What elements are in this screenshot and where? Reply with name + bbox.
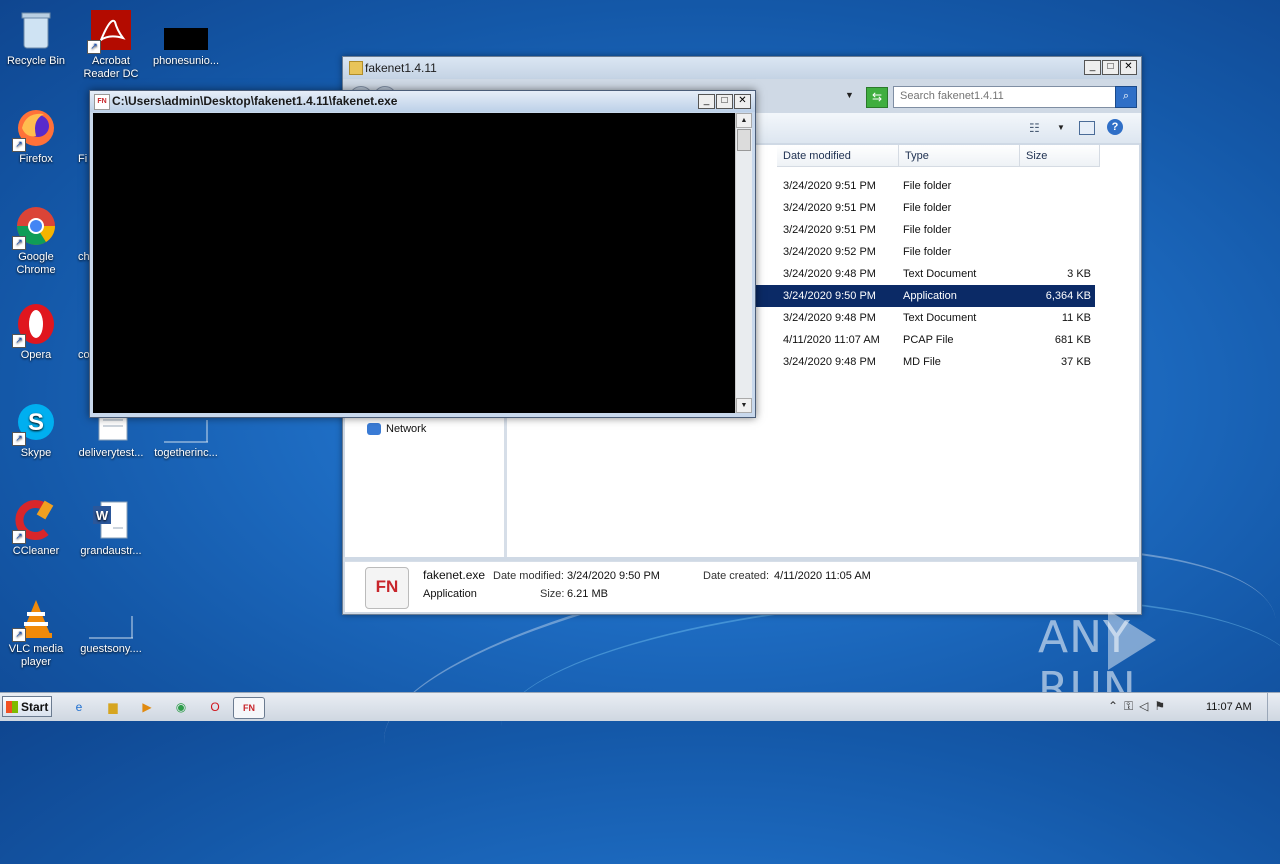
desktop-icon-chrome[interactable]: ↗ Google Chrome bbox=[1, 204, 71, 277]
minimize-button[interactable]: _ bbox=[698, 94, 715, 109]
desktop-icon-firefox[interactable]: ↗ Firefox bbox=[1, 106, 71, 166]
file-row[interactable]: 3/24/2020 9:51 PM File folder bbox=[755, 175, 1095, 197]
file-row[interactable]: 3/24/2020 9:48 PM Text Document 11 KB bbox=[755, 307, 1095, 329]
minimize-button[interactable]: _ bbox=[1084, 60, 1101, 75]
explorer-title-bar[interactable]: fakenet1.4.11 _ □ ✕ bbox=[343, 57, 1141, 79]
acrobat-icon: ↗ bbox=[87, 8, 133, 54]
desktop-icon-skype[interactable]: S ↗ Skype bbox=[1, 400, 71, 460]
maximize-button[interactable]: □ bbox=[1102, 60, 1119, 75]
firefox-icon: ↗ bbox=[12, 106, 58, 152]
file-icon bbox=[164, 8, 208, 52]
scroll-up-icon[interactable]: ▲ bbox=[736, 113, 752, 128]
desktop-icon-guestsony[interactable]: guestsony.... bbox=[76, 596, 146, 656]
taskbar: Start e ▆ ▶ ◉ O FN ⌃⚿◁⚑ 11:07 AM bbox=[0, 692, 1280, 721]
console-title: C:\Users\admin\Desktop\fakenet1.4.11\fak… bbox=[112, 94, 398, 108]
column-header-date-modified[interactable]: Date modified bbox=[777, 145, 899, 167]
search-box[interactable] bbox=[893, 86, 1117, 108]
details-pane: FN fakenet.exe Application Date modified… bbox=[345, 561, 1137, 612]
file-icon bbox=[89, 596, 133, 640]
console-scrollbar[interactable]: ▲ ▼ bbox=[735, 113, 752, 413]
media-player-icon[interactable]: ▶ bbox=[136, 697, 158, 717]
column-header-type[interactable]: Type bbox=[899, 145, 1020, 167]
desktop-icon-vlc[interactable]: ↗ VLC media player bbox=[1, 596, 71, 669]
windows-logo-icon bbox=[6, 701, 18, 713]
close-button[interactable]: ✕ bbox=[734, 94, 751, 109]
explorer-icon[interactable]: ▆ bbox=[102, 697, 124, 717]
console-output[interactable] bbox=[93, 113, 735, 413]
search-input[interactable] bbox=[894, 87, 1090, 105]
vlc-icon: ↗ bbox=[12, 596, 58, 642]
fakenet-icon: FN bbox=[94, 94, 110, 110]
watermark-play-icon bbox=[1108, 610, 1156, 670]
desktop-icon-ccleaner[interactable]: ↗ CCleaner bbox=[1, 498, 71, 558]
maximize-button[interactable]: □ bbox=[716, 94, 733, 109]
console-title-bar[interactable]: FN C:\Users\admin\Desktop\fakenet1.4.11\… bbox=[90, 91, 755, 112]
start-button[interactable]: Start bbox=[2, 696, 52, 717]
ccleaner-icon: ↗ bbox=[12, 498, 58, 544]
file-row[interactable]: 3/24/2020 9:52 PM File folder bbox=[755, 241, 1095, 263]
desktop-icon-grandaustr[interactable]: W grandaustr... bbox=[76, 498, 146, 558]
folder-icon bbox=[349, 61, 363, 75]
svg-text:W: W bbox=[96, 508, 109, 523]
file-row[interactable]: 4/11/2020 11:07 AM PCAP File 681 KB bbox=[755, 329, 1095, 351]
refresh-button[interactable]: ⇆ bbox=[866, 87, 888, 108]
details-modified-value: 3/24/2020 9:50 PM bbox=[567, 570, 660, 582]
opera-icon[interactable]: O bbox=[204, 697, 226, 717]
details-file-type: Application bbox=[423, 588, 477, 600]
svg-text:S: S bbox=[28, 409, 44, 436]
scroll-thumb[interactable] bbox=[737, 129, 751, 151]
skype-icon: S ↗ bbox=[12, 400, 58, 446]
close-button[interactable]: ✕ bbox=[1120, 60, 1137, 75]
opera-icon: ↗ bbox=[12, 302, 58, 348]
fakenet-app-icon: FN bbox=[365, 567, 409, 609]
fakenet-icon[interactable]: FN bbox=[233, 697, 265, 719]
preview-pane-button[interactable] bbox=[1079, 121, 1095, 135]
recycle-bin-icon bbox=[14, 8, 58, 52]
word-doc-icon: W bbox=[89, 498, 133, 542]
details-created-value: 4/11/2020 11:05 AM bbox=[774, 570, 871, 582]
desktop-icon-opera[interactable]: ↗ Opera bbox=[1, 302, 71, 362]
console-window[interactable]: FN C:\Users\admin\Desktop\fakenet1.4.11\… bbox=[89, 90, 756, 418]
file-row[interactable]: 3/24/2020 9:48 PM MD File 37 KB bbox=[755, 351, 1095, 373]
desktop-icon-phonesunio[interactable]: phonesunio... bbox=[151, 8, 221, 68]
nav-item-network[interactable]: Network bbox=[367, 423, 426, 436]
explorer-title: fakenet1.4.11 bbox=[365, 61, 437, 75]
network-icon bbox=[367, 423, 381, 436]
details-modified-label: Date modified: bbox=[493, 570, 564, 582]
details-size-label: Size: bbox=[540, 588, 565, 600]
details-file-name: fakenet.exe bbox=[423, 568, 486, 582]
desktop-icon-acrobat[interactable]: ↗ Acrobat Reader DC bbox=[76, 8, 146, 81]
address-dropdown-icon[interactable]: ▼ bbox=[845, 90, 854, 100]
ie-icon[interactable]: e bbox=[68, 697, 90, 717]
file-row[interactable]: 3/24/2020 9:51 PM File folder bbox=[755, 219, 1095, 241]
search-icon[interactable]: ⌕ bbox=[1115, 86, 1137, 108]
chrome-icon[interactable]: ◉ bbox=[170, 697, 192, 717]
scroll-down-icon[interactable]: ▼ bbox=[736, 398, 752, 413]
file-row[interactable]: 3/24/2020 9:48 PM Text Document 3 KB bbox=[755, 263, 1095, 285]
desktop-icon-recycle-bin[interactable]: Recycle Bin bbox=[1, 8, 71, 68]
file-row[interactable]: 3/24/2020 9:51 PM File folder bbox=[755, 197, 1095, 219]
file-row-selected[interactable]: 3/24/2020 9:50 PM Application 6,364 KB bbox=[755, 285, 1095, 307]
view-dropdown-icon[interactable]: ▼ bbox=[1057, 123, 1065, 132]
details-created-label: Date created: bbox=[703, 570, 770, 582]
details-size-value: 6.21 MB bbox=[567, 588, 608, 600]
help-icon[interactable]: ? bbox=[1107, 119, 1123, 135]
view-options-icon[interactable]: ☷ bbox=[1029, 121, 1040, 135]
show-desktop-button[interactable] bbox=[1267, 693, 1280, 721]
column-header-size[interactable]: Size bbox=[1020, 145, 1100, 167]
chrome-icon: ↗ bbox=[12, 204, 58, 250]
system-tray[interactable]: ⌃⚿◁⚑ bbox=[1108, 699, 1171, 714]
clock[interactable]: 11:07 AM bbox=[1206, 701, 1252, 713]
